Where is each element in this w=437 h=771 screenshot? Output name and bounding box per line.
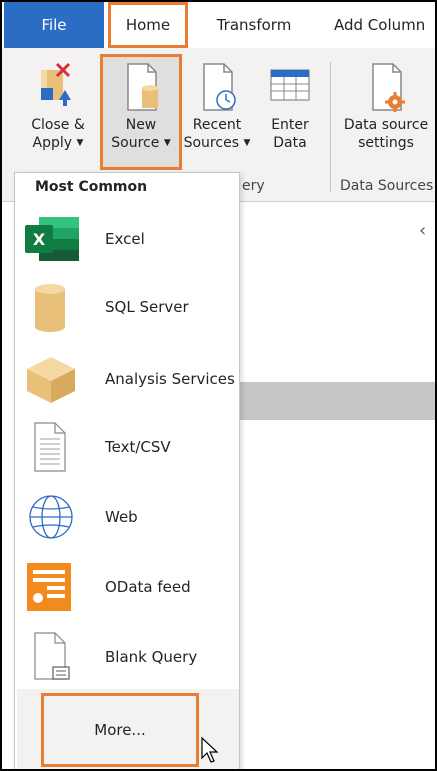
tab-add-column[interactable]: Add Column	[322, 2, 432, 48]
menu-item-label: Analysis Services	[105, 370, 235, 388]
new-source-label-1: New	[125, 117, 157, 133]
analysis-services-icon	[23, 353, 83, 405]
menu-item-label: Text/CSV	[105, 438, 171, 456]
chevron-down-icon: ▼	[76, 138, 84, 148]
enter-data-button[interactable]: Enter Data	[260, 60, 320, 152]
recent-sources-label-1: Recent	[192, 117, 242, 133]
svg-text:X: X	[33, 230, 46, 249]
data-source-settings-button[interactable]: Data source settings	[338, 60, 434, 152]
tab-home[interactable]: Home	[108, 2, 188, 48]
menu-item-sql-server[interactable]: SQL Server	[15, 273, 239, 341]
odata-feed-icon	[23, 561, 83, 613]
menu-item-web[interactable]: Web	[15, 483, 239, 551]
tab-file[interactable]: File	[4, 2, 104, 48]
enter-data-label-1: Enter	[271, 117, 309, 133]
menu-item-label: OData feed	[105, 578, 191, 596]
data-source-settings-icon	[361, 60, 411, 116]
menu-item-label: Web	[105, 508, 138, 526]
enter-data-table-icon	[265, 60, 315, 116]
new-source-icon	[116, 60, 166, 116]
content-header-band	[240, 382, 435, 420]
new-source-label-2: Source ▼	[111, 135, 171, 151]
mouse-pointer-icon	[200, 736, 222, 764]
power-query-window: File Home Transform Add Column Close & A…	[0, 0, 437, 771]
data-source-settings-label-2: settings	[358, 135, 414, 151]
group-label-data-sources: Data Sources	[340, 178, 434, 194]
enter-data-label-2: Data	[273, 135, 307, 151]
menu-item-label: Excel	[105, 230, 145, 248]
recent-sources-label-2: Sources ▼	[183, 135, 251, 151]
menu-item-analysis-services[interactable]: Analysis Services	[15, 345, 239, 413]
blank-query-icon	[23, 631, 83, 683]
close-apply-label-1: Close &	[31, 117, 85, 133]
ribbon-group-separator	[330, 62, 331, 192]
tab-transform[interactable]: Transform	[202, 2, 306, 48]
menu-item-blank-query[interactable]: Blank Query	[15, 623, 239, 691]
new-source-button[interactable]: New Source ▼	[106, 60, 176, 152]
menu-item-label: Blank Query	[105, 648, 198, 666]
web-globe-icon	[23, 491, 83, 543]
menu-item-label: SQL Server	[105, 298, 189, 316]
chevron-down-icon: ▼	[243, 138, 251, 148]
close-apply-label-2: Apply ▼	[32, 135, 84, 151]
more-button[interactable]: More...	[41, 693, 199, 767]
collapse-arrow-icon[interactable]: ‹	[419, 220, 426, 241]
close-apply-button[interactable]: Close & Apply ▼	[24, 60, 92, 152]
close-apply-icon	[33, 60, 83, 116]
data-source-settings-label-1: Data source	[343, 117, 429, 133]
menu-item-excel[interactable]: X Excel	[15, 205, 239, 273]
sql-server-icon	[23, 281, 83, 333]
ribbon-tab-bar: File Home Transform Add Column	[2, 2, 435, 48]
chevron-down-icon: ▼	[163, 138, 171, 148]
recent-sources-button[interactable]: Recent Sources ▼	[182, 60, 252, 152]
menu-item-odata-feed[interactable]: OData feed	[15, 553, 239, 621]
menu-header: Most Common	[35, 179, 148, 195]
text-csv-icon	[23, 421, 83, 473]
menu-item-text-csv[interactable]: Text/CSV	[15, 413, 239, 481]
new-source-dropdown: Most Common X Excel SQL Server Analysis …	[14, 172, 240, 769]
excel-icon: X	[23, 213, 83, 265]
group-label-query: ery	[242, 178, 265, 194]
recent-sources-icon	[192, 60, 242, 116]
